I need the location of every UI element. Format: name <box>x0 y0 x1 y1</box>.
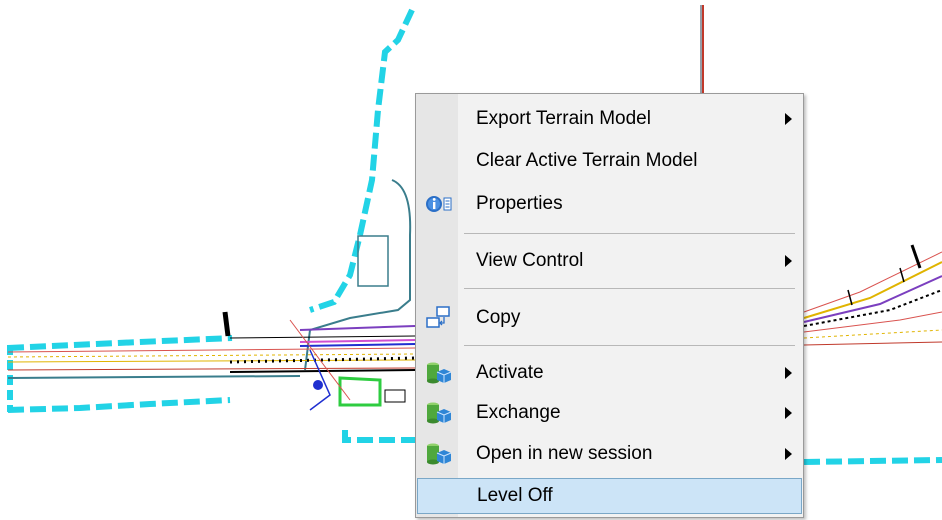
menu-separator <box>464 288 795 289</box>
menu-item-label: View Control <box>476 250 584 271</box>
terrain-cube-icon <box>427 402 452 424</box>
context-menu: Export Terrain Model Clear Active Terrai… <box>415 93 804 518</box>
menu-separator <box>464 345 795 346</box>
menu-item-open-in-new-session[interactable]: Open in new session <box>417 436 802 472</box>
submenu-arrow-icon <box>785 255 792 267</box>
menu-separator <box>464 233 795 234</box>
copy-icon <box>426 306 450 328</box>
road-corridor-right <box>803 244 942 346</box>
terrain-cube-icon <box>427 443 452 465</box>
submenu-arrow-icon <box>785 367 792 379</box>
menu-item-export-terrain-model[interactable]: Export Terrain Model <box>417 101 802 137</box>
menu-item-level-off[interactable]: Level Off <box>417 478 802 514</box>
menu-item-label: Properties <box>476 193 563 214</box>
terrain-cube-icon <box>427 362 452 384</box>
menu-item-label: Exchange <box>476 402 561 423</box>
menu-item-copy[interactable]: Copy <box>417 300 802 336</box>
submenu-arrow-icon <box>785 407 792 419</box>
submenu-arrow-icon <box>785 113 792 125</box>
submenu-arrow-icon <box>785 448 792 460</box>
menu-item-label: Activate <box>476 362 544 383</box>
menu-item-label: Copy <box>476 307 521 328</box>
menu-item-label: Level Off <box>477 485 553 506</box>
menu-item-view-control[interactable]: View Control <box>417 243 802 279</box>
menu-item-label: Clear Active Terrain Model <box>476 150 698 171</box>
menu-item-label: Export Terrain Model <box>476 108 651 129</box>
menu-item-clear-active-terrain-model[interactable]: Clear Active Terrain Model <box>417 143 802 179</box>
menu-item-label: Open in new session <box>476 443 653 464</box>
info-icon <box>426 196 452 212</box>
menu-item-properties[interactable]: Properties <box>417 186 802 222</box>
menu-item-exchange[interactable]: Exchange <box>417 395 802 431</box>
menu-item-activate[interactable]: Activate <box>417 355 802 391</box>
road-corridor-left <box>7 311 416 411</box>
